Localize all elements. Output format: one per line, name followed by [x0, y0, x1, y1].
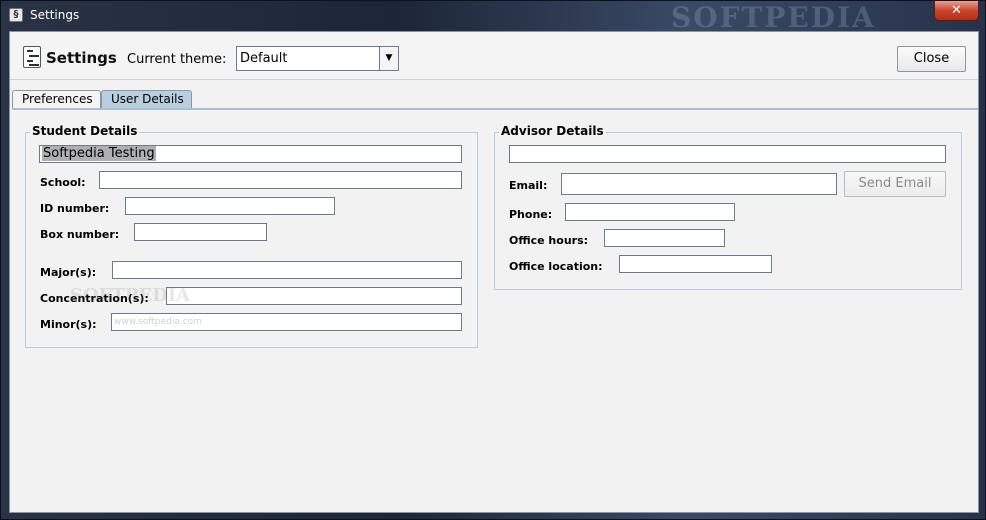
concentration-field[interactable] — [166, 287, 462, 305]
student-name-value: Softpedia Testing — [42, 146, 156, 161]
client-area: Settings Current theme: Default ▼ Close … — [9, 31, 979, 513]
settings-header: Settings Current theme: Default ▼ Close — [10, 32, 978, 80]
email-label: Email: — [509, 179, 548, 192]
minor-field[interactable] — [111, 313, 462, 331]
student-name-field[interactable]: Softpedia Testing — [39, 145, 462, 163]
concentration-label: Concentration(s): — [40, 292, 149, 305]
advisor-details-group: Advisor Details Email: Send Email Phone:… — [494, 124, 962, 290]
settings-app-icon — [23, 46, 41, 68]
settings-window: § Settings SOFTPEDIA ✕ Settings Current … — [0, 0, 986, 520]
advisor-details-title: Advisor Details — [499, 124, 606, 138]
office-location-field[interactable] — [619, 255, 772, 273]
window-close-button[interactable]: ✕ — [934, 1, 979, 21]
title-bar[interactable]: § Settings SOFTPEDIA ✕ — [1, 1, 985, 34]
office-location-label: Office location: — [509, 260, 603, 273]
phone-label: Phone: — [509, 208, 553, 221]
email-field[interactable] — [561, 173, 837, 195]
phone-field[interactable] — [565, 203, 735, 221]
dropdown-arrow-icon[interactable]: ▼ — [379, 47, 398, 70]
user-details-panel: Student Details Softpedia Testing School… — [12, 108, 978, 513]
box-number-label: Box number: — [40, 228, 120, 241]
school-field[interactable] — [99, 171, 462, 189]
theme-label: Current theme: — [127, 52, 227, 67]
app-icon: § — [9, 8, 23, 22]
minor-label: Minor(s): — [40, 318, 97, 331]
student-details-group: Student Details Softpedia Testing School… — [25, 124, 478, 348]
settings-title: Settings — [46, 49, 117, 67]
office-hours-label: Office hours: — [509, 234, 589, 247]
theme-select-value: Default — [240, 51, 288, 66]
student-details-title: Student Details — [30, 124, 140, 138]
major-field[interactable] — [112, 261, 462, 279]
theme-select[interactable]: Default ▼ — [236, 46, 399, 71]
tab-preferences[interactable]: Preferences — [12, 90, 101, 109]
id-number-field[interactable] — [125, 197, 335, 215]
major-label: Major(s): — [40, 266, 97, 279]
school-label: School: — [40, 176, 86, 189]
close-button[interactable]: Close — [897, 46, 966, 72]
send-email-button[interactable]: Send Email — [844, 171, 946, 197]
tab-user-details[interactable]: User Details — [101, 90, 192, 109]
softpedia-watermark: SOFTPEDIA — [671, 1, 876, 34]
advisor-name-field[interactable] — [509, 145, 946, 163]
window-title: Settings — [30, 8, 80, 22]
office-hours-field[interactable] — [604, 229, 725, 247]
id-number-label: ID number: — [40, 202, 110, 215]
box-number-field[interactable] — [134, 223, 267, 241]
